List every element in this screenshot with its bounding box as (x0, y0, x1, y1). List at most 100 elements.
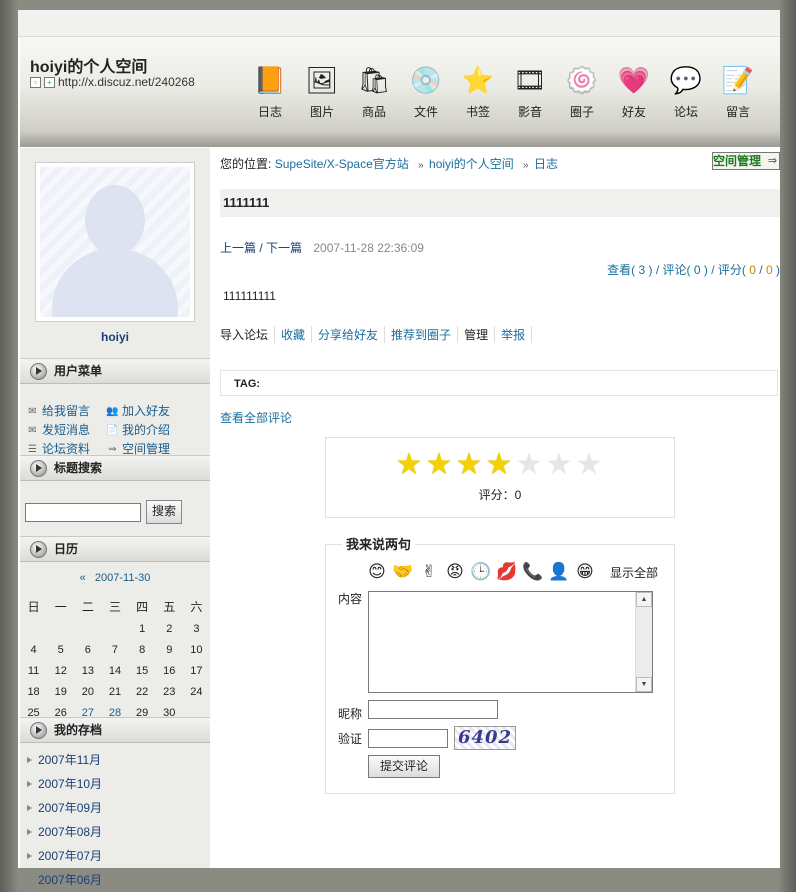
laugh-icon[interactable]: 😁 (572, 561, 598, 583)
calendar-day: 5 (57, 643, 64, 656)
breadcrumb-space[interactable]: hoiyi的个人空间 (429, 157, 514, 171)
nav-guestbook[interactable]: 📝 留言 (712, 63, 764, 120)
verification-input[interactable] (368, 729, 448, 748)
recommend-link[interactable]: 推荐到圈子 (385, 326, 459, 343)
comment-textarea[interactable]: ▲ ▼ (368, 591, 653, 693)
archive-item[interactable]: 2007年06月 (20, 868, 210, 892)
rating-star-icon[interactable]: ★ (574, 450, 604, 480)
nav-images[interactable]: 🖼 图片 (296, 63, 348, 120)
nav-bookmarks[interactable]: ⭐ 书签 (452, 63, 504, 120)
nav-label: 文件 (413, 105, 438, 119)
scroll-up-icon: ▲ (636, 592, 652, 607)
breadcrumb-site[interactable]: SupeSite/X-Space官方站 (275, 157, 409, 171)
username[interactable]: hoiyi (20, 330, 210, 344)
nav-files[interactable]: 💿 文件 (400, 63, 452, 120)
avatar[interactable] (40, 167, 190, 317)
archive-list: 2007年11月 2007年10月 2007年09月 2007年08月 2007年07月… (20, 748, 210, 892)
calendar-day: 3 (193, 622, 200, 635)
archive-item[interactable]: 2007年07月 (20, 844, 210, 868)
import-forum-link[interactable]: 导入论坛 (220, 326, 276, 343)
victory-icon[interactable]: ✌ (416, 561, 442, 583)
nav-label: 留言 (725, 105, 750, 119)
calendar-day: 23 (163, 685, 176, 698)
rating-star-icon[interactable]: ★ (514, 450, 544, 480)
rating-star-icon[interactable]: ★ (544, 450, 574, 480)
manage-link[interactable]: 管理 (458, 326, 496, 343)
blog-icon: 📙 (253, 65, 287, 95)
rating-star-icon[interactable]: ★ (394, 450, 424, 480)
nav-media[interactable]: 🎞 影音 (504, 63, 556, 120)
user-menu-item[interactable]: 👥 加入好友 (106, 402, 210, 421)
calendar-day: 6 (84, 643, 91, 656)
archive-item[interactable]: 2007年10月 (20, 772, 210, 796)
rating-star-icon[interactable]: ★ (424, 450, 454, 480)
space-manage-button[interactable]: 空间管理 ⇒ (712, 152, 780, 170)
top-strip (18, 10, 780, 37)
user-menu-item[interactable]: ✉ 给我留言 (26, 402, 106, 421)
show-all-emoticons[interactable]: 显示全部 (610, 564, 658, 581)
site-url[interactable]: http://x.discuz.net/240268 (58, 75, 195, 89)
angry-icon[interactable]: 😡 (442, 561, 468, 583)
rating-star-icon[interactable]: ★ (454, 450, 484, 480)
site-title: hoiyi的个人空间 (30, 59, 148, 76)
nav-blog[interactable]: 📙 日志 (244, 63, 296, 120)
breadcrumb-blog[interactable]: 日志 (534, 157, 558, 171)
user-menu-item[interactable]: 📄 我的介绍 (106, 421, 210, 440)
nav-forum[interactable]: 💬 论坛 (660, 63, 712, 120)
add-icon[interactable]: + (44, 76, 55, 88)
copy-icon[interactable]: ▫ (30, 76, 41, 88)
page: hoiyi的个人空间 ▫ + http://x.discuz.net/24026… (18, 10, 780, 887)
smile-icon[interactable]: 😊 (364, 561, 390, 583)
weekday-label: 四 (136, 599, 149, 614)
comments-link[interactable]: 评论( 0 ) (663, 263, 708, 277)
nav-goods[interactable]: 🛍 商品 (348, 63, 400, 120)
submit-comment-button[interactable]: 提交评论 (368, 755, 440, 778)
next-post-link[interactable]: / 下一篇 (259, 241, 302, 255)
calendar-day: 13 (81, 664, 94, 677)
rating-star-icon[interactable]: ★ (484, 450, 514, 480)
user-menu-item[interactable]: ✉ 发短消息 (26, 421, 106, 440)
calendar-day: 20 (81, 685, 94, 698)
search-input[interactable] (25, 503, 141, 522)
share-link[interactable]: 分享给好友 (312, 326, 386, 343)
section-arrow-icon (30, 541, 47, 558)
message-icon: ✉ (28, 406, 37, 417)
calendar-day: 1 (139, 622, 146, 635)
nav-circles[interactable]: 🍥 圈子 (556, 63, 608, 120)
weekday-label: 六 (190, 599, 203, 614)
nickname-input[interactable] (368, 700, 498, 719)
calendar-prev-button[interactable]: « (80, 572, 86, 584)
nickname-label: 昵称 (338, 707, 363, 721)
lips-icon[interactable]: 💋 (494, 561, 520, 583)
calendar-day (74, 618, 101, 639)
archive-item[interactable]: 2007年08月 (20, 820, 210, 844)
view-all-comments-link[interactable]: 查看全部评论 (220, 409, 292, 426)
main-content: 您的位置: SupeSite/X-Space官方站 » hoiyi的个人空间 »… (220, 148, 780, 868)
avatar-frame (35, 162, 195, 322)
profile-icon: 📄 (106, 425, 119, 436)
views-link[interactable]: 查看( 3 ) (607, 263, 652, 277)
captcha-image[interactable]: 6402 (454, 726, 516, 750)
prev-post-link[interactable]: 上一篇 (220, 241, 256, 255)
calendar-month-label[interactable]: 2007-11-30 (95, 572, 150, 584)
textarea-scrollbar[interactable]: ▲ ▼ (635, 592, 652, 692)
calendar-day: 9 (166, 643, 173, 656)
phone-icon[interactable]: 📞 (520, 561, 546, 583)
weekday-label: 三 (108, 599, 121, 614)
media-icon: 🎞 (513, 65, 547, 95)
archive-item[interactable]: 2007年11月 (20, 748, 210, 772)
search-button[interactable]: 搜索 (146, 500, 182, 524)
section-arrow-icon (30, 460, 47, 477)
calendar-day: 21 (108, 685, 122, 698)
archive-header: 我的存档 (20, 717, 210, 743)
user-icon[interactable]: 👤 (546, 561, 572, 583)
clock-icon[interactable]: 🕒 (468, 561, 494, 583)
nav-friends[interactable]: 💗 好友 (608, 63, 660, 120)
nav-label: 影音 (517, 105, 542, 119)
score-link[interactable]: 评分( 0 / 0 ) (718, 263, 780, 277)
archive-item[interactable]: 2007年09月 (20, 796, 210, 820)
favorite-link[interactable]: 收藏 (275, 326, 313, 343)
calendar-day (20, 618, 47, 639)
handshake-icon[interactable]: 🤝 (390, 561, 416, 583)
report-link[interactable]: 举报 (495, 326, 533, 343)
